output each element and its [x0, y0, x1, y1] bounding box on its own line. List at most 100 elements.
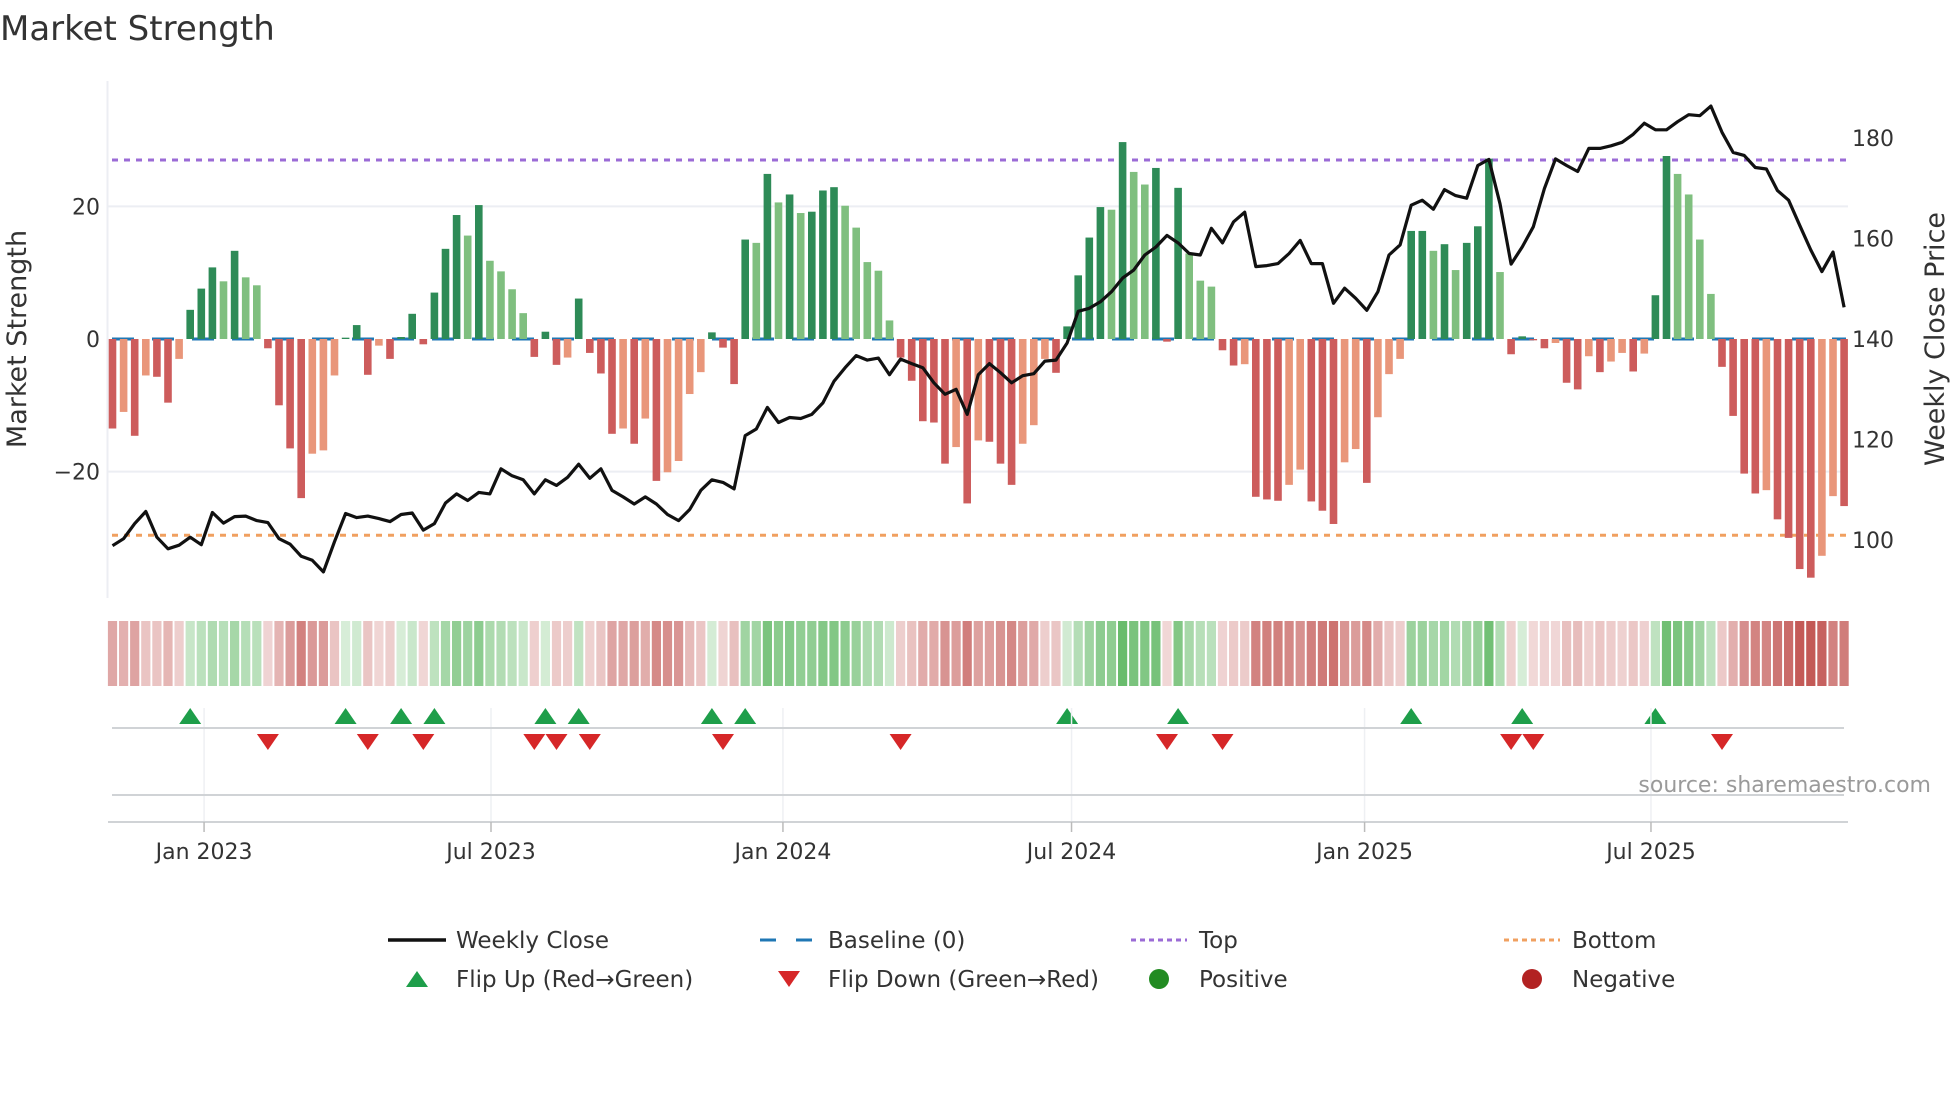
bar-positive	[1440, 244, 1449, 339]
bar-negative	[175, 339, 183, 359]
bar-negative	[364, 339, 372, 375]
heat-strip	[107, 621, 1849, 686]
bar-negative	[563, 339, 572, 358]
bar-negative	[1263, 339, 1271, 500]
heat-cell	[884, 621, 895, 686]
bar-negative	[996, 339, 1005, 464]
heat-cell	[1706, 621, 1716, 686]
legend-item-negative: Negative	[1522, 967, 1675, 993]
bar-negative	[1340, 339, 1349, 463]
heat-cell	[463, 621, 473, 686]
bar-negative	[1829, 339, 1837, 497]
heat-cell	[685, 621, 695, 686]
market-strength-chart: Market Strength Jan 2023 Jul 2023 Jan 2024…	[0, 9, 1951, 993]
bar-negative	[153, 339, 161, 377]
bar-negative	[1585, 339, 1593, 357]
bar-negative	[108, 339, 117, 429]
bar-positive	[1418, 230, 1427, 339]
heat-cell	[529, 621, 539, 686]
bar-negative	[1351, 339, 1360, 450]
bar-negative	[1807, 339, 1815, 578]
flip-up-icon	[700, 708, 723, 724]
heat-cell	[940, 621, 950, 686]
bar-positive	[1684, 194, 1693, 339]
heat-cell	[1806, 621, 1816, 686]
bar-positive	[1673, 173, 1682, 339]
bar-positive	[1462, 242, 1471, 339]
heat-cell	[318, 621, 328, 686]
heat-cell	[518, 621, 528, 686]
heat-cell	[130, 621, 140, 686]
heat-cell	[574, 621, 584, 686]
heat-cell	[1695, 621, 1705, 686]
flip-up-icon	[1056, 708, 1079, 724]
bar-positive	[1429, 250, 1438, 339]
legend-item-positive: Positive	[1149, 967, 1288, 993]
heat-cell	[1173, 621, 1183, 686]
heat-cell	[973, 621, 983, 686]
bar-negative	[330, 339, 339, 376]
flip-down-icon	[889, 734, 912, 750]
heat-cell	[1439, 621, 1450, 686]
y2-axis-label: Weekly Close Price	[1920, 212, 1951, 466]
y-axis-label: Market Strength	[2, 230, 33, 448]
bar-negative	[142, 339, 150, 376]
bar-positive	[1651, 295, 1660, 339]
legend-item-baseline: Baseline (0)	[760, 928, 965, 954]
heat-cell	[1062, 621, 1072, 686]
bar-negative	[652, 339, 661, 481]
heat-cell	[1584, 621, 1594, 686]
bar-negative	[1562, 339, 1571, 383]
heat-cell	[185, 621, 195, 686]
heat-cell	[1151, 621, 1161, 686]
y-tick-label: 0	[86, 328, 100, 353]
heat-cell	[563, 621, 573, 686]
bar-negative	[641, 339, 650, 419]
heat-cell	[951, 621, 961, 686]
heat-cell	[1106, 621, 1117, 686]
heat-cell	[163, 621, 173, 686]
heat-cell	[1784, 621, 1794, 686]
bar-negative	[308, 339, 317, 454]
flip-up-icon	[390, 708, 413, 724]
bar-negative	[1551, 339, 1560, 343]
heat-cell	[1817, 621, 1827, 686]
heat-cell	[329, 621, 340, 686]
flip-up-icon	[423, 708, 446, 724]
heat-cell	[551, 621, 562, 686]
heat-cell	[241, 621, 251, 686]
heat-cell	[1195, 621, 1205, 686]
heat-cell	[1340, 621, 1350, 686]
bar-positive	[508, 289, 516, 339]
heat-cell	[1395, 621, 1405, 686]
heat-cell	[429, 621, 439, 686]
heat-cell	[352, 621, 362, 686]
bar-positive	[1485, 158, 1493, 339]
bar-negative	[608, 339, 616, 434]
heat-cell	[918, 621, 928, 686]
bar-positive	[1074, 275, 1082, 339]
bar-negative	[1718, 339, 1726, 367]
bar-negative	[1007, 339, 1016, 485]
heat-cell	[540, 621, 550, 686]
bar-negative	[1252, 339, 1260, 497]
heat-cell	[662, 621, 673, 686]
flip-down-icon	[256, 734, 279, 750]
bar-positive	[752, 242, 761, 339]
heat-cell	[1761, 621, 1771, 686]
legend-label: Top	[1198, 928, 1238, 954]
bar-negative	[419, 339, 428, 345]
heat-cell	[1251, 621, 1261, 686]
heat-cell	[1018, 621, 1028, 686]
heat-cell	[1007, 621, 1017, 686]
bar-negative	[1363, 339, 1371, 483]
heat-cell	[1040, 621, 1050, 686]
heat-cell	[1717, 621, 1727, 686]
bar-negative	[1573, 339, 1582, 390]
heat-cell	[984, 621, 994, 686]
flip-down-icon	[1500, 734, 1523, 750]
heat-cell	[629, 621, 639, 686]
heat-cell	[1462, 621, 1472, 686]
bar-negative	[597, 339, 605, 374]
heat-cell	[1562, 621, 1572, 686]
